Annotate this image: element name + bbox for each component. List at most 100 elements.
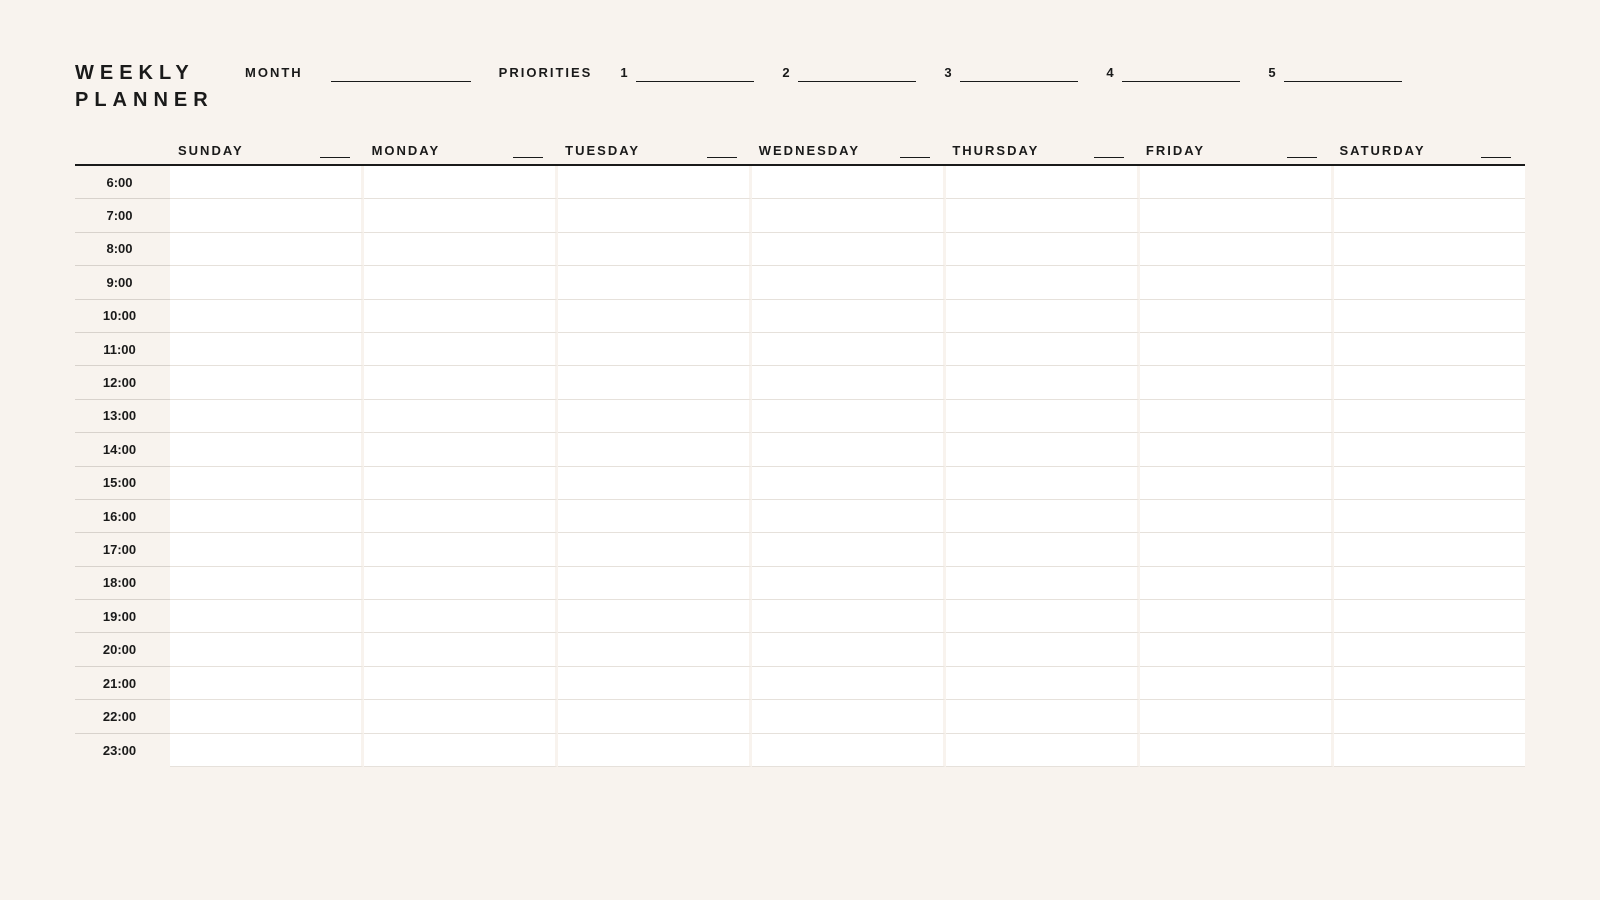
schedule-cell[interactable] [946, 667, 1140, 700]
schedule-cell[interactable] [170, 567, 364, 600]
schedule-cell[interactable] [558, 300, 752, 333]
schedule-cell[interactable] [1334, 366, 1525, 399]
schedule-cell[interactable] [1140, 500, 1334, 533]
schedule-cell[interactable] [558, 199, 752, 232]
schedule-cell[interactable] [364, 400, 558, 433]
schedule-cell[interactable] [558, 266, 752, 299]
schedule-cell[interactable] [170, 467, 364, 500]
day-date-input-thursday[interactable] [1094, 142, 1124, 158]
schedule-cell[interactable] [558, 366, 752, 399]
schedule-cell[interactable] [364, 600, 558, 633]
schedule-cell[interactable] [946, 333, 1140, 366]
schedule-cell[interactable] [946, 266, 1140, 299]
schedule-cell[interactable] [752, 667, 946, 700]
schedule-cell[interactable] [558, 567, 752, 600]
schedule-cell[interactable] [1140, 567, 1334, 600]
schedule-cell[interactable] [170, 400, 364, 433]
schedule-cell[interactable] [364, 500, 558, 533]
day-date-input-friday[interactable] [1287, 142, 1317, 158]
schedule-cell[interactable] [1140, 166, 1334, 199]
schedule-cell[interactable] [752, 266, 946, 299]
schedule-cell[interactable] [752, 734, 946, 767]
schedule-cell[interactable] [1140, 633, 1334, 666]
schedule-cell[interactable] [752, 199, 946, 232]
schedule-cell[interactable] [752, 400, 946, 433]
schedule-cell[interactable] [1140, 700, 1334, 733]
schedule-cell[interactable] [1334, 433, 1525, 466]
schedule-cell[interactable] [1334, 734, 1525, 767]
schedule-cell[interactable] [364, 700, 558, 733]
schedule-cell[interactable] [1334, 533, 1525, 566]
priority-1-input[interactable] [636, 62, 754, 82]
priority-4-input[interactable] [1122, 62, 1240, 82]
schedule-cell[interactable] [946, 600, 1140, 633]
schedule-cell[interactable] [558, 433, 752, 466]
schedule-cell[interactable] [1140, 400, 1334, 433]
schedule-cell[interactable] [558, 333, 752, 366]
schedule-cell[interactable] [558, 233, 752, 266]
schedule-cell[interactable] [558, 700, 752, 733]
schedule-cell[interactable] [170, 633, 364, 666]
schedule-cell[interactable] [1140, 266, 1334, 299]
schedule-cell[interactable] [364, 533, 558, 566]
schedule-cell[interactable] [946, 166, 1140, 199]
priority-5-input[interactable] [1284, 62, 1402, 82]
schedule-cell[interactable] [752, 500, 946, 533]
schedule-cell[interactable] [1334, 300, 1525, 333]
schedule-cell[interactable] [1334, 199, 1525, 232]
schedule-cell[interactable] [946, 633, 1140, 666]
schedule-cell[interactable] [1140, 199, 1334, 232]
schedule-cell[interactable] [752, 533, 946, 566]
day-date-input-sunday[interactable] [320, 142, 350, 158]
schedule-cell[interactable] [170, 500, 364, 533]
schedule-cell[interactable] [364, 633, 558, 666]
schedule-cell[interactable] [558, 166, 752, 199]
schedule-cell[interactable] [1140, 667, 1334, 700]
schedule-cell[interactable] [1140, 366, 1334, 399]
schedule-cell[interactable] [1140, 600, 1334, 633]
schedule-cell[interactable] [1334, 233, 1525, 266]
schedule-cell[interactable] [364, 467, 558, 500]
schedule-cell[interactable] [558, 533, 752, 566]
schedule-cell[interactable] [946, 533, 1140, 566]
day-date-input-saturday[interactable] [1481, 142, 1511, 158]
schedule-cell[interactable] [752, 600, 946, 633]
schedule-cell[interactable] [946, 700, 1140, 733]
schedule-cell[interactable] [364, 199, 558, 232]
schedule-cell[interactable] [946, 433, 1140, 466]
schedule-cell[interactable] [558, 633, 752, 666]
month-input[interactable] [331, 62, 471, 82]
schedule-cell[interactable] [946, 734, 1140, 767]
day-date-input-tuesday[interactable] [707, 142, 737, 158]
schedule-cell[interactable] [1334, 467, 1525, 500]
schedule-cell[interactable] [1334, 400, 1525, 433]
schedule-cell[interactable] [170, 667, 364, 700]
schedule-cell[interactable] [1334, 600, 1525, 633]
schedule-cell[interactable] [1140, 533, 1334, 566]
schedule-cell[interactable] [946, 467, 1140, 500]
schedule-cell[interactable] [946, 400, 1140, 433]
schedule-cell[interactable] [1334, 266, 1525, 299]
schedule-cell[interactable] [364, 233, 558, 266]
priority-3-input[interactable] [960, 62, 1078, 82]
schedule-cell[interactable] [1334, 166, 1525, 199]
schedule-cell[interactable] [1334, 667, 1525, 700]
priority-2-input[interactable] [798, 62, 916, 82]
schedule-cell[interactable] [752, 300, 946, 333]
schedule-cell[interactable] [170, 734, 364, 767]
schedule-cell[interactable] [752, 700, 946, 733]
schedule-cell[interactable] [364, 366, 558, 399]
schedule-cell[interactable] [170, 300, 364, 333]
schedule-cell[interactable] [752, 433, 946, 466]
schedule-cell[interactable] [946, 567, 1140, 600]
schedule-cell[interactable] [170, 533, 364, 566]
schedule-cell[interactable] [752, 567, 946, 600]
schedule-cell[interactable] [170, 199, 364, 232]
schedule-cell[interactable] [170, 233, 364, 266]
schedule-cell[interactable] [170, 366, 364, 399]
schedule-cell[interactable] [946, 500, 1140, 533]
schedule-cell[interactable] [752, 467, 946, 500]
schedule-cell[interactable] [170, 266, 364, 299]
schedule-cell[interactable] [558, 400, 752, 433]
schedule-cell[interactable] [752, 366, 946, 399]
